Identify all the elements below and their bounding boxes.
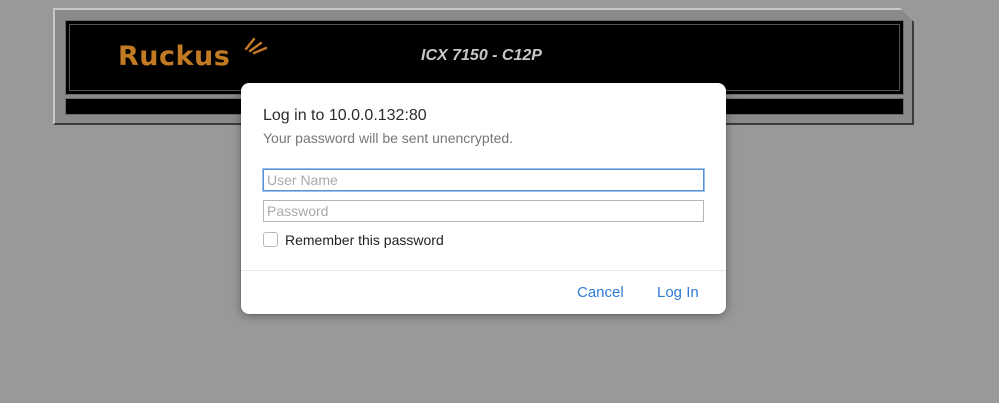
remember-password-label: Remember this password <box>285 231 444 248</box>
dialog-title: Log in to 10.0.0.132:80 <box>263 107 427 124</box>
log-in-button[interactable]: Log In <box>657 284 699 301</box>
cancel-button[interactable]: Cancel <box>577 284 624 301</box>
dialog-subtitle: Your password will be sent unencrypted. <box>263 130 514 146</box>
model-title: ICX 7150 - C12P <box>421 47 542 64</box>
login-dialog: Log in to 10.0.0.132:80 Your password wi… <box>241 83 726 314</box>
logo-signal-icon <box>244 37 268 55</box>
password-field[interactable] <box>263 200 704 222</box>
ruckus-logo: Ruckus <box>118 41 231 72</box>
dialog-divider <box>241 270 726 271</box>
page: Ruckus ICX 7150 - C12P Log in to 10.0.0.… <box>0 0 999 403</box>
remember-password-checkbox[interactable] <box>263 232 278 247</box>
remember-password-row[interactable]: Remember this password <box>263 231 444 248</box>
username-field[interactable] <box>263 169 704 191</box>
